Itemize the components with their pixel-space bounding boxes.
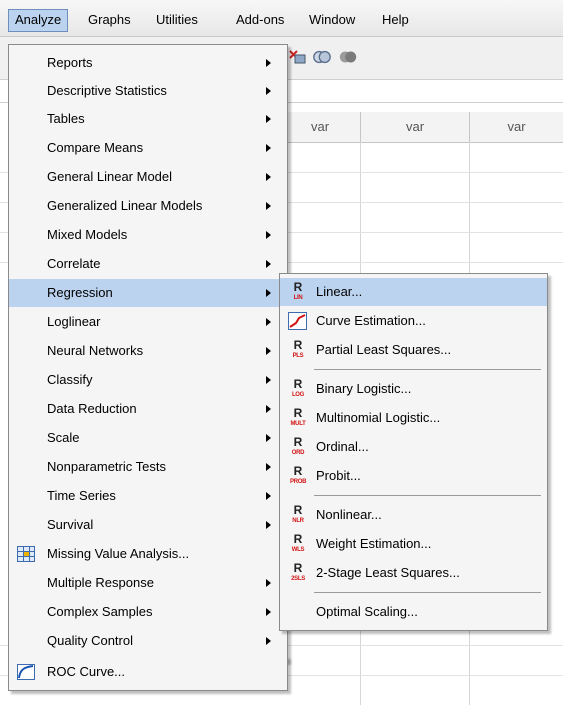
submenu-item-ordinal[interactable]: R ORD Ordinal... bbox=[280, 433, 547, 461]
menubar-window[interactable]: Window bbox=[303, 10, 361, 30]
menu-item-multiple-response[interactable]: Multiple Response bbox=[9, 569, 287, 597]
r-prob-icon: R PROB bbox=[290, 464, 307, 485]
menu-item-reports[interactable]: Reports bbox=[9, 49, 287, 77]
menubar-graphs[interactable]: Graphs bbox=[82, 10, 137, 30]
r-nlr-icon: R NLR bbox=[292, 503, 304, 524]
submenu-item-multinomial-logistic[interactable]: R MULT Multinomial Logistic... bbox=[280, 404, 547, 432]
menubar-help[interactable]: Help bbox=[376, 10, 415, 30]
r-mult-icon: R MULT bbox=[290, 406, 306, 427]
submenu-item-weight-estimation[interactable]: R WLS Weight Estimation... bbox=[280, 530, 547, 558]
menu-item-neural-networks[interactable]: Neural Networks bbox=[9, 337, 287, 365]
menu-separator bbox=[314, 495, 541, 496]
menu-item-descriptive-statistics[interactable]: Descriptive Statistics bbox=[9, 77, 287, 105]
submenu-arrow-icon bbox=[266, 492, 271, 500]
submenu-arrow-icon bbox=[266, 434, 271, 442]
menu-item-general-linear-model[interactable]: General Linear Model bbox=[9, 163, 287, 191]
roc-curve-icon bbox=[17, 664, 35, 680]
submenu-item-nonlinear[interactable]: R NLR Nonlinear... bbox=[280, 501, 547, 529]
submenu-item-optimal-scaling[interactable]: Optimal Scaling... bbox=[280, 598, 547, 626]
menu-item-survival[interactable]: Survival bbox=[9, 511, 287, 539]
regression-submenu: R LIN Linear... Curve Estimation... R PLS … bbox=[279, 273, 548, 631]
column-header-var[interactable]: var bbox=[280, 112, 361, 143]
analyze-menu-tail: ROC Curve... bbox=[8, 656, 288, 691]
submenu-arrow-icon bbox=[266, 59, 271, 67]
submenu-arrow-icon bbox=[266, 579, 271, 587]
menu-item-mixed-models[interactable]: Mixed Models bbox=[9, 221, 287, 249]
menu-item-tables[interactable]: Tables bbox=[9, 105, 287, 133]
column-header-var[interactable]: var bbox=[361, 112, 470, 143]
menu-item-regression[interactable]: Regression bbox=[9, 279, 287, 307]
submenu-arrow-icon bbox=[266, 463, 271, 471]
submenu-arrow-icon bbox=[266, 115, 271, 123]
curve-estimation-icon bbox=[288, 312, 307, 330]
menu-item-time-series[interactable]: Time Series bbox=[9, 482, 287, 510]
menu-item-complex-samples[interactable]: Complex Samples bbox=[9, 598, 287, 626]
r-2sls-icon: R 2SLS bbox=[291, 561, 305, 582]
r-log-icon: R LOG bbox=[291, 377, 305, 398]
submenu-item-probit[interactable]: R PROB Probit... bbox=[280, 462, 547, 490]
menu-item-roc-curve[interactable]: ROC Curve... bbox=[9, 658, 287, 686]
show-all-variables-icon[interactable] bbox=[338, 47, 358, 67]
analyze-menu: Reports Descriptive Statistics Tables Co… bbox=[8, 44, 288, 662]
submenu-arrow-icon bbox=[266, 318, 271, 326]
submenu-item-curve-estimation[interactable]: Curve Estimation... bbox=[280, 307, 547, 335]
submenu-arrow-icon bbox=[266, 608, 271, 616]
submenu-arrow-icon bbox=[266, 144, 271, 152]
menu-item-missing-value-analysis[interactable]: Missing Value Analysis... bbox=[9, 540, 287, 568]
menu-item-loglinear[interactable]: Loglinear bbox=[9, 308, 287, 336]
menu-item-nonparametric-tests[interactable]: Nonparametric Tests bbox=[9, 453, 287, 481]
submenu-item-2-stage-least-squares[interactable]: R 2SLS 2-Stage Least Squares... bbox=[280, 559, 547, 587]
menu-item-correlate[interactable]: Correlate bbox=[9, 250, 287, 278]
r-lin-icon: R LIN bbox=[293, 280, 303, 301]
submenu-item-linear[interactable]: R LIN Linear... bbox=[280, 278, 547, 306]
menu-item-classify[interactable]: Classify bbox=[9, 366, 287, 394]
r-ord-icon: R ORD bbox=[291, 435, 305, 456]
column-header-var[interactable]: var bbox=[470, 112, 563, 143]
missing-value-analysis-icon bbox=[17, 546, 35, 562]
menu-item-generalized-linear-models[interactable]: Generalized Linear Models bbox=[9, 192, 287, 220]
menubar-analyze[interactable]: Analyze bbox=[8, 9, 69, 32]
menubar-utilities[interactable]: Utilities bbox=[150, 10, 204, 30]
menu-separator bbox=[314, 592, 541, 593]
submenu-arrow-icon bbox=[266, 637, 271, 645]
submenu-arrow-icon bbox=[266, 87, 271, 95]
submenu-arrow-icon bbox=[266, 521, 271, 529]
submenu-arrow-icon bbox=[266, 202, 271, 210]
r-wls-icon: R WLS bbox=[291, 532, 305, 553]
use-sets-icon[interactable] bbox=[312, 47, 332, 67]
submenu-arrow-icon bbox=[266, 405, 271, 413]
menu-bar: Analyze Graphs Utilities Add-ons Window … bbox=[0, 0, 563, 37]
menubar-add-ons[interactable]: Add-ons bbox=[230, 10, 290, 30]
submenu-arrow-icon bbox=[266, 376, 271, 384]
r-pls-icon: R PLS bbox=[292, 338, 304, 359]
submenu-arrow-icon bbox=[266, 231, 271, 239]
menu-item-compare-means[interactable]: Compare Means bbox=[9, 134, 287, 162]
menu-item-quality-control[interactable]: Quality Control bbox=[9, 627, 287, 655]
submenu-arrow-icon bbox=[266, 289, 271, 297]
submenu-item-binary-logistic[interactable]: R LOG Binary Logistic... bbox=[280, 375, 547, 403]
submenu-arrow-icon bbox=[266, 173, 271, 181]
submenu-arrow-icon bbox=[266, 260, 271, 268]
menu-item-scale[interactable]: Scale bbox=[9, 424, 287, 452]
value-labels-icon[interactable] bbox=[287, 47, 307, 67]
menu-separator bbox=[314, 369, 541, 370]
menu-item-data-reduction[interactable]: Data Reduction bbox=[9, 395, 287, 423]
submenu-arrow-icon bbox=[266, 347, 271, 355]
submenu-item-partial-least-squares[interactable]: R PLS Partial Least Squares... bbox=[280, 336, 547, 364]
